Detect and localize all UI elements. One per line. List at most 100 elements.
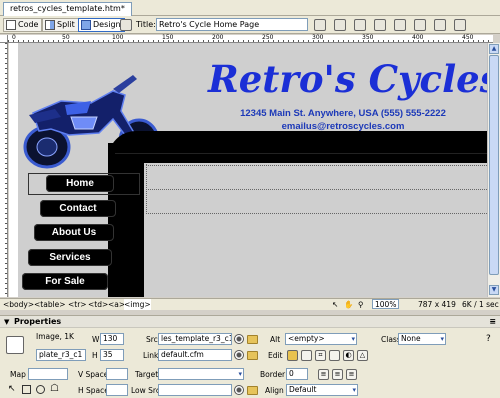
link-field[interactable]: default.cfm — [158, 349, 232, 361]
map-name-field[interactable] — [28, 368, 68, 380]
scroll-down-icon[interactable]: ▼ — [489, 285, 499, 295]
refresh-icon[interactable] — [374, 19, 386, 31]
height-field[interactable]: 35 — [100, 349, 124, 361]
hand-tool-icon[interactable]: ✋ — [344, 299, 353, 310]
split-view-button[interactable]: Split — [42, 18, 79, 32]
vspace-field[interactable] — [106, 368, 128, 380]
content-area — [144, 163, 487, 297]
ruler-tick-label: 200 — [212, 34, 224, 41]
file-management-icon[interactable] — [314, 19, 326, 31]
ruler-tick-label: 250 — [262, 34, 274, 41]
zoom-tool-icon[interactable]: ⚲ — [358, 299, 364, 310]
check-browser-icon[interactable] — [354, 19, 366, 31]
crop-icon[interactable]: ⌗ — [315, 350, 326, 361]
code-view-button[interactable]: Code — [3, 18, 43, 32]
page-title-input[interactable]: Retro's Cycle Home Page — [156, 18, 308, 31]
align-select[interactable]: Default — [286, 384, 358, 396]
sidebar-bar — [108, 143, 144, 297]
point-to-link-icon[interactable] — [234, 350, 244, 360]
ruler-tick-label: 50 — [62, 34, 70, 41]
view-options-icon[interactable] — [394, 19, 406, 31]
nav-button-about-us[interactable]: About Us — [34, 224, 114, 241]
ruler-corner — [0, 35, 8, 43]
link-label: Link — [143, 351, 159, 360]
resample-icon[interactable] — [329, 350, 340, 361]
edit-image-icon[interactable] — [287, 350, 298, 361]
nav-button-contact[interactable]: Contact — [40, 200, 116, 217]
design-view-button[interactable]: Design — [78, 18, 125, 32]
document-tab[interactable]: retros_cycles_template.htm* — [3, 2, 132, 16]
image-thumbnail-icon — [6, 336, 24, 354]
validate-markup-icon[interactable] — [434, 19, 446, 31]
header-bar — [108, 131, 487, 163]
design-view-label: Design — [93, 20, 121, 29]
edit-label: Edit — [268, 351, 283, 360]
target-select[interactable] — [158, 368, 244, 380]
tag-table[interactable]: <table> — [34, 299, 66, 310]
tag-selector-bar: <body> <table> <tr> <td> <a> <img> ↖ ✋ ⚲… — [0, 298, 500, 310]
vertical-ruler — [0, 43, 8, 297]
table-guide — [146, 213, 487, 214]
border-field[interactable]: 0 — [286, 368, 308, 380]
nav-button-home[interactable]: Home — [46, 175, 114, 192]
align-left-icon[interactable]: ≡ — [318, 369, 329, 380]
select-tool-icon[interactable]: ↖ — [332, 299, 338, 310]
optimize-icon[interactable] — [301, 350, 312, 361]
nav-button-for-sale[interactable]: For Sale — [22, 273, 108, 290]
map-label: Map — [10, 370, 26, 379]
src-field[interactable]: les_template_r3_c1.gif — [158, 333, 232, 345]
help-icon[interactable]: ? — [486, 334, 491, 344]
tag-tr[interactable]: <tr> — [68, 299, 87, 310]
zoom-select[interactable]: 100% — [372, 299, 400, 309]
visual-aids-icon[interactable] — [414, 19, 426, 31]
browse-folder-icon[interactable] — [247, 335, 258, 344]
expand-arrow-icon[interactable]: ▼ — [4, 316, 9, 328]
window-size[interactable]: 787 x 419 — [418, 299, 456, 310]
image-size-label: Image, 1K — [36, 332, 74, 341]
border-label: Border — [260, 370, 286, 379]
rectangle-hotspot-icon[interactable] — [22, 385, 31, 394]
properties-panel: Image, 1K W 130 Src les_template_r3_c1.g… — [0, 328, 500, 398]
properties-title: Properties — [14, 317, 62, 326]
scroll-up-icon[interactable]: ▲ — [489, 44, 499, 54]
polygon-hotspot-icon[interactable]: ☖ — [50, 383, 59, 394]
circle-hotspot-icon[interactable] — [36, 385, 45, 394]
ruler-tick-label: 300 — [312, 34, 324, 41]
lowsrc-field[interactable] — [158, 384, 232, 396]
vertical-scrollbar[interactable]: ▲ ▼ — [487, 43, 500, 297]
table-guide — [146, 189, 487, 190]
point-to-file-icon[interactable] — [234, 334, 244, 344]
pointer-hotspot-icon[interactable]: ↖ — [8, 384, 16, 394]
alt-select[interactable]: <empty> — [285, 333, 357, 345]
browse-link-folder-icon[interactable] — [247, 351, 258, 360]
class-select[interactable]: None — [398, 333, 446, 345]
point-to-lowsrc-icon[interactable] — [234, 385, 244, 395]
options-menu-icon[interactable]: ≡ — [489, 316, 496, 328]
preview-in-browser-icon[interactable] — [334, 19, 346, 31]
properties-panel-header[interactable]: ▼ Properties ≡ — [0, 315, 500, 328]
design-canvas[interactable]: Retro's Cycles 12345 Main St. Anywhere, … — [9, 43, 487, 297]
image-id-field[interactable]: plate_r3_c1 — [36, 349, 86, 361]
live-view-icon[interactable] — [120, 19, 132, 31]
tag-td[interactable]: <td> — [88, 299, 108, 310]
browse-lowsrc-folder-icon[interactable] — [247, 386, 258, 395]
align-center-icon[interactable]: ≡ — [332, 369, 343, 380]
brightness-contrast-icon[interactable]: ◐ — [343, 350, 354, 361]
ruler-tick-label: 100 — [112, 34, 124, 41]
nav-button-services[interactable]: Services — [28, 249, 112, 266]
align-right-icon[interactable]: ≡ — [346, 369, 357, 380]
tag-a[interactable]: <a> — [108, 299, 125, 310]
width-field[interactable]: 130 — [100, 333, 124, 345]
table-guide — [146, 164, 147, 214]
site-title: Retro's Cycles — [208, 57, 487, 101]
target-label: Target — [135, 370, 159, 379]
tag-body[interactable]: <body> — [3, 299, 34, 310]
scroll-thumb[interactable] — [489, 55, 499, 275]
ruler-tick-label: 150 — [162, 34, 174, 41]
lowsrc-label: Low Src — [131, 386, 160, 395]
sharpen-icon[interactable]: △ — [357, 350, 368, 361]
ruler-tick-label: 350 — [362, 34, 374, 41]
hspace-field[interactable] — [106, 384, 128, 396]
tag-img[interactable]: <img> — [124, 299, 151, 310]
check-page-icon[interactable] — [454, 19, 466, 31]
